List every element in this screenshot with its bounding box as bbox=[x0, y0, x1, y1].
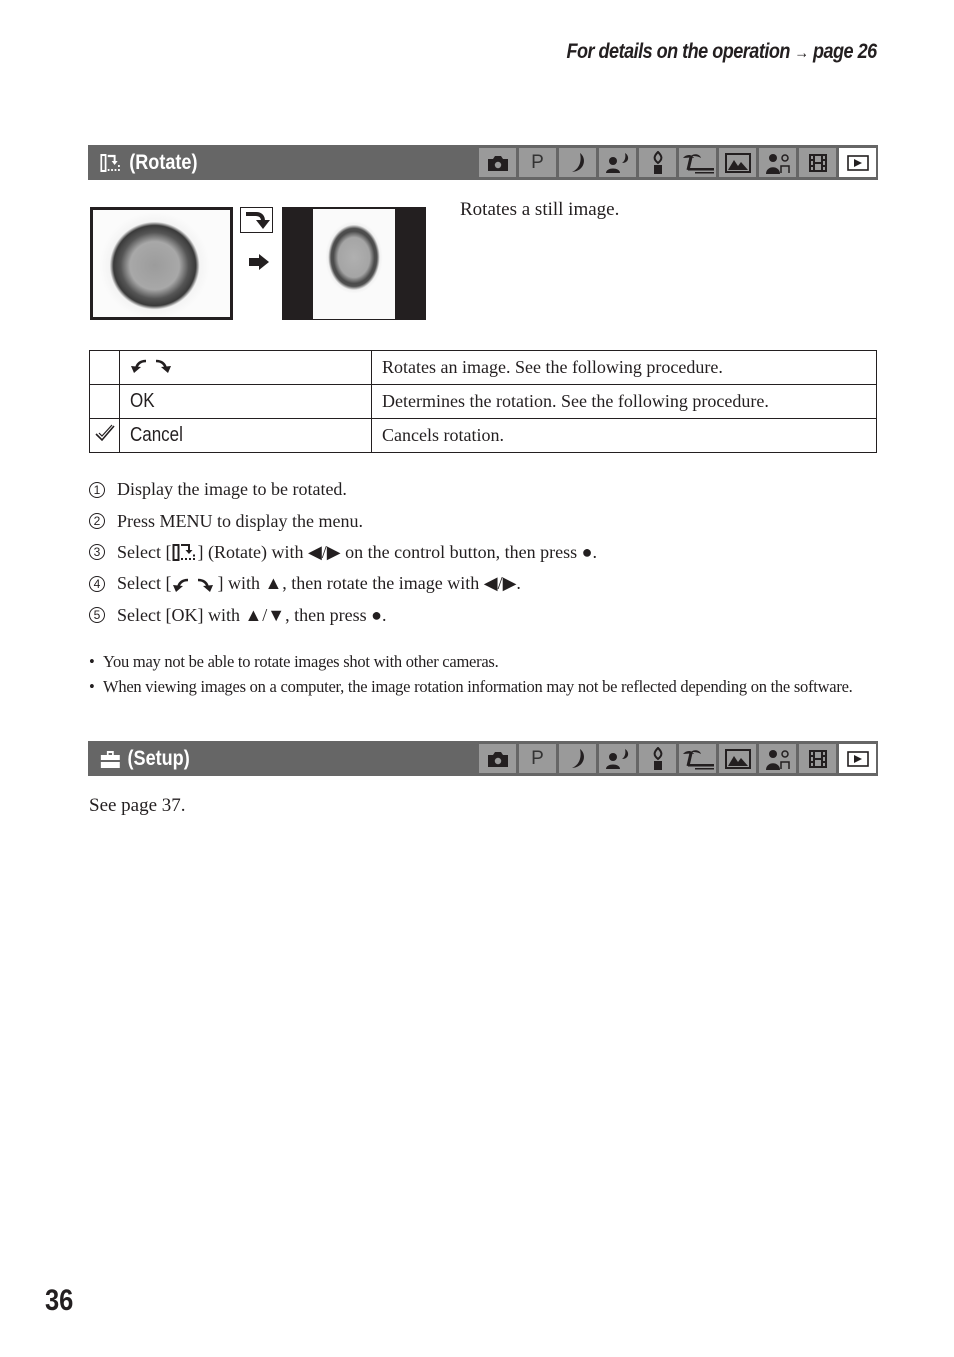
soft-snap-portrait-icon bbox=[759, 148, 796, 177]
setup-body-text: See page 37. bbox=[89, 795, 186, 816]
procedure-steps: 1 Display the image to be rotated. 2 Press… bbox=[89, 474, 597, 631]
step-text: Display the image to be rotated. bbox=[117, 479, 347, 500]
option-cell: OK bbox=[119, 384, 372, 419]
option-cell: Cancel bbox=[119, 418, 372, 453]
twilight-portrait-icon bbox=[599, 148, 636, 177]
step-number: 2 bbox=[89, 513, 105, 530]
table-row[interactable]: Rotates an image. See the following proc… bbox=[89, 350, 877, 385]
rotate-title-text: (Rotate) bbox=[129, 150, 198, 174]
step-item: 4 Select [ ] with ▲, then rotate the image… bbox=[89, 568, 597, 599]
page-number: 36 bbox=[45, 1284, 74, 1317]
check-cell bbox=[89, 418, 120, 453]
program-p-icon: P bbox=[519, 744, 556, 773]
arrow-right-icon bbox=[249, 254, 269, 275]
rotated-photo-before bbox=[90, 207, 233, 320]
reference-arrow: → bbox=[794, 43, 810, 62]
step-number: 5 bbox=[89, 607, 105, 624]
rotate-menu-icon bbox=[100, 153, 120, 172]
step-text-pre: Select [ bbox=[117, 541, 172, 562]
description-cell: Cancels rotation. bbox=[371, 418, 877, 453]
step-item: 5 Select [OK] with ▲/▼, then press ●. bbox=[89, 600, 597, 631]
mode-icon-strip: P bbox=[479, 744, 876, 773]
step-item: 2 Press MENU to display the menu. bbox=[89, 505, 597, 536]
step-item: 1 Display the image to be rotated. bbox=[89, 474, 597, 505]
beach-palm-icon bbox=[679, 744, 716, 773]
rotate-left-right-icon bbox=[131, 359, 171, 373]
auto-camera-icon bbox=[479, 148, 516, 177]
auto-camera-icon bbox=[479, 744, 516, 773]
candle-icon bbox=[639, 148, 676, 177]
twilight-moon-icon bbox=[559, 744, 596, 773]
step-number: 1 bbox=[89, 481, 105, 498]
upright-photo-after bbox=[282, 207, 426, 320]
rotate-left-right-icon bbox=[173, 578, 214, 592]
checkmark-icon bbox=[94, 424, 115, 442]
table-row[interactable]: OK Determines the rotation. See the foll… bbox=[89, 384, 877, 419]
step-number: 4 bbox=[89, 575, 105, 592]
step-number: 3 bbox=[89, 544, 105, 561]
step-text: Select [OK] with ▲/▼, then press ●. bbox=[117, 604, 387, 625]
toolbox-setup-icon bbox=[100, 750, 120, 768]
landscape-icon bbox=[719, 744, 756, 773]
description-cell: Rotates an image. See the following proc… bbox=[371, 350, 877, 385]
note-item: You may not be able to rotate images sho… bbox=[89, 651, 879, 672]
option-label: OK bbox=[130, 390, 155, 412]
setup-title: (Setup) bbox=[100, 744, 190, 773]
rotate-title: (Rotate) bbox=[100, 148, 197, 177]
soft-snap-portrait-icon bbox=[759, 744, 796, 773]
twilight-moon-icon bbox=[559, 148, 596, 177]
check-cell bbox=[89, 350, 120, 385]
movie-film-icon bbox=[799, 744, 836, 773]
table-row[interactable]: Cancel Cancels rotation. bbox=[89, 418, 877, 453]
beach-palm-icon bbox=[679, 148, 716, 177]
setup-section-header: (Setup) P bbox=[88, 741, 878, 776]
candle-icon bbox=[639, 744, 676, 773]
rotate-intro-text: Rotates a still image. bbox=[460, 199, 620, 220]
landscape-icon bbox=[719, 148, 756, 177]
playback-icon bbox=[839, 148, 876, 177]
step-text: Press MENU to display the menu. bbox=[117, 510, 363, 531]
notes-list: You may not be able to rotate images sho… bbox=[89, 651, 879, 701]
step-text-pre: Select [ bbox=[117, 573, 172, 594]
rotate-clockwise-icon bbox=[240, 207, 273, 233]
mode-icon-strip: P bbox=[479, 148, 876, 177]
rotate-section-header: (Rotate) P bbox=[88, 145, 878, 180]
rotate-menu-icon bbox=[172, 544, 196, 562]
description-cell: Determines the rotation. See the followi… bbox=[371, 384, 877, 419]
step-item: 3 Select [ ] (Rotate) with ◀/▶ on the cont… bbox=[89, 537, 597, 568]
option-label: Cancel bbox=[130, 424, 183, 446]
step-text-post: ] with ▲, then rotate the image with ◀/▶… bbox=[217, 573, 521, 594]
program-p-icon: P bbox=[519, 148, 556, 177]
movie-film-icon bbox=[799, 148, 836, 177]
twilight-portrait-icon bbox=[599, 744, 636, 773]
reference-page-link[interactable]: page 26 bbox=[813, 40, 877, 63]
setup-title-text: (Setup) bbox=[127, 746, 190, 770]
rotate-options-table: Rotates an image. See the following proc… bbox=[89, 350, 877, 453]
step-text-post: ] (Rotate) with ◀/▶ on the control butto… bbox=[197, 541, 597, 562]
portrait-image bbox=[313, 209, 395, 319]
page-reference: For details on the operation → page 26 bbox=[566, 40, 878, 64]
check-cell bbox=[89, 384, 120, 419]
note-item: When viewing images on a computer, the i… bbox=[89, 676, 879, 697]
reference-text: For details on the operation bbox=[566, 40, 791, 63]
playback-icon bbox=[839, 744, 876, 773]
option-cell bbox=[119, 350, 372, 385]
